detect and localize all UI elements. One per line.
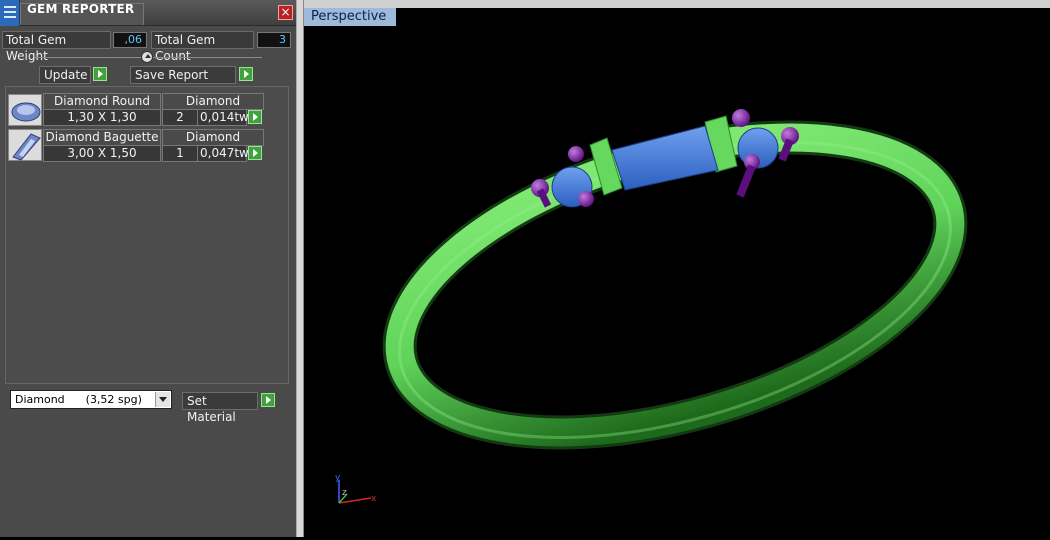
axis-y-label: y xyxy=(335,473,341,483)
panel-splitter[interactable] xyxy=(296,0,304,537)
viewport-label[interactable]: Perspective xyxy=(304,8,396,26)
round-diamond-icon[interactable] xyxy=(8,94,42,126)
gem-weight: 0,047tw xyxy=(197,145,249,162)
gem-select-arrow-icon[interactable] xyxy=(248,110,262,124)
gem-name: Diamond Round xyxy=(43,93,161,110)
total-gem-weight-label: Total Gem Weight xyxy=(2,31,111,63)
collapse-arrow-icon[interactable] xyxy=(141,51,153,63)
set-material-button[interactable]: Set Material xyxy=(182,392,258,424)
total-gem-count-value: 3 xyxy=(257,32,291,48)
update-go-arrow-icon[interactable] xyxy=(93,67,107,81)
gem-select-arrow-icon[interactable] xyxy=(248,146,262,160)
chevron-down-icon[interactable] xyxy=(155,392,170,407)
save-report-go-arrow-icon[interactable] xyxy=(239,67,253,81)
total-gem-count-label: Total Gem Count xyxy=(151,31,254,63)
gem-count: 1 xyxy=(162,145,198,162)
update-button[interactable]: Update xyxy=(39,66,91,84)
axis-x-label: x xyxy=(371,494,377,504)
gem-count: 2 xyxy=(162,109,198,126)
gem-weight: 0,014tw xyxy=(197,109,249,126)
gem-material: Diamond xyxy=(162,129,264,146)
baguette-diamond-icon[interactable] xyxy=(8,129,42,161)
total-gem-weight-value: ,06 xyxy=(113,32,147,48)
material-dropdown-value: Diamond (3,52 spg) xyxy=(15,393,142,406)
axis-gizmo-icon: y z x xyxy=(335,473,377,504)
gem-size: 3,00 X 1,50 xyxy=(43,145,161,162)
gem-reporter-app-icon xyxy=(0,0,20,26)
close-button[interactable]: × xyxy=(278,5,293,20)
viewport-top-bar xyxy=(304,0,1050,8)
gem-size: 1,30 X 1,30 xyxy=(43,109,161,126)
save-report-button[interactable]: Save Report xyxy=(130,66,236,84)
set-material-go-arrow-icon[interactable] xyxy=(261,393,275,407)
material-dropdown[interactable]: Diamond (3,52 spg) xyxy=(10,390,172,409)
gem-name: Diamond Baguette xyxy=(43,129,161,146)
panel-title: GEM REPORTER xyxy=(27,2,135,16)
3d-viewport[interactable] xyxy=(304,0,1050,537)
axis-z-label: z xyxy=(342,488,347,498)
gem-material: Diamond xyxy=(162,93,264,110)
ring-model xyxy=(382,109,968,450)
